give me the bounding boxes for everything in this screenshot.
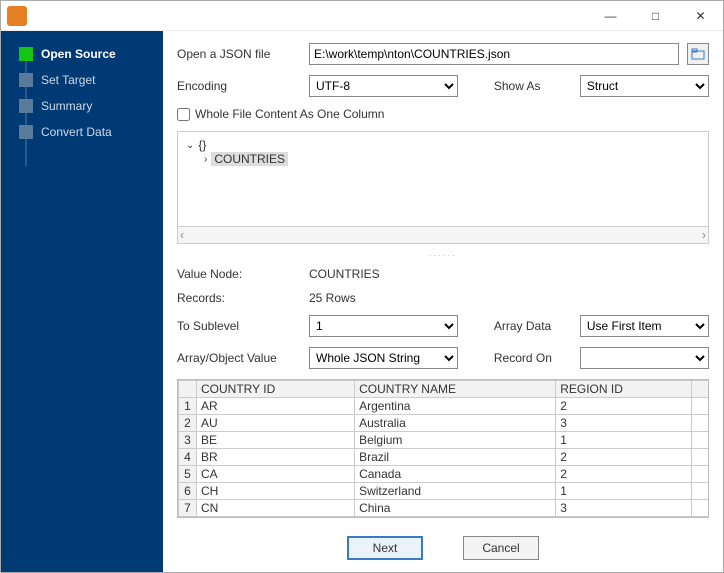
close-button[interactable]: ✕ [678,1,723,30]
whole-file-checkbox[interactable] [177,108,190,121]
cell[interactable]: Australia [355,415,556,432]
cell[interactable]: Canada [355,466,556,483]
table-row[interactable]: 3BEBelgium1 [179,432,709,449]
splitter[interactable]: ······ [177,251,709,260]
step-label: Summary [41,99,92,113]
cell[interactable]: BR [197,449,355,466]
cell[interactable]: Brazil [355,449,556,466]
encoding-select[interactable]: UTF-8 [309,75,458,97]
step-summary[interactable]: Summary [1,93,163,119]
step-icon [19,125,33,139]
cell[interactable]: Argentina [355,398,556,415]
collapse-icon[interactable]: ⌄ [186,140,194,151]
step-label: Convert Data [41,125,112,139]
open-file-label: Open a JSON file [177,47,301,61]
rownum-header [179,381,197,398]
value-node-value: COUNTRIES [309,267,380,281]
step-icon [19,99,33,113]
folder-icon [691,47,705,61]
app-icon [7,6,27,26]
cell[interactable]: CA [197,466,355,483]
table-row[interactable]: 6CHSwitzerland1 [179,483,709,500]
col-spacer [692,381,708,398]
array-obj-label: Array/Object Value [177,351,301,365]
step-icon [19,73,33,87]
cell[interactable]: China [355,500,556,517]
value-node-label: Value Node: [177,267,301,281]
tree-root: {} [198,138,206,152]
array-data-label: Array Data [494,319,572,333]
cancel-button[interactable]: Cancel [463,536,539,560]
browse-button[interactable] [687,43,709,65]
expand-icon[interactable]: › [204,154,207,165]
next-button[interactable]: Next [347,536,423,560]
cell[interactable]: 1 [556,483,692,500]
table-row[interactable]: 8DEGermany1 [179,517,709,519]
cell[interactable]: DE [197,517,355,519]
cell[interactable]: CH [197,483,355,500]
cell[interactable]: 2 [556,466,692,483]
cell[interactable]: 2 [556,398,692,415]
array-obj-select[interactable]: Whole JSON String [309,347,458,369]
cell[interactable]: 1 [556,517,692,519]
step-open-source[interactable]: Open Source [1,41,163,67]
minimize-button[interactable]: — [588,1,633,30]
cell[interactable]: 2 [556,449,692,466]
rownum-cell: 2 [179,415,197,432]
table-row[interactable]: 5CACanada2 [179,466,709,483]
record-on-select[interactable] [580,347,709,369]
cell[interactable]: BE [197,432,355,449]
cell[interactable]: CN [197,500,355,517]
file-path-input[interactable] [309,43,679,65]
cell[interactable]: 1 [556,432,692,449]
app-window: — □ ✕ Open Source Set Target Summary Con… [0,0,724,573]
showas-label: Show As [494,79,572,93]
step-active-icon [19,47,33,61]
records-value: 25 Rows [309,291,356,305]
rownum-cell: 6 [179,483,197,500]
rownum-cell: 5 [179,466,197,483]
records-label: Records: [177,291,301,305]
json-tree[interactable]: ⌄ {} › COUNTRIES [177,131,709,227]
table-row[interactable]: 1ARArgentina2 [179,398,709,415]
encoding-label: Encoding [177,79,301,93]
col-header[interactable]: COUNTRY ID [197,381,355,398]
step-set-target[interactable]: Set Target [1,67,163,93]
to-sublevel-select[interactable]: 1 [309,315,458,337]
titlebar: — □ ✕ [1,1,723,31]
cell[interactable]: AR [197,398,355,415]
cell[interactable]: AU [197,415,355,432]
step-label: Set Target [41,73,95,87]
cell[interactable]: Switzerland [355,483,556,500]
step-convert-data[interactable]: Convert Data [1,119,163,145]
cell[interactable]: 3 [556,500,692,517]
cell[interactable]: Germany [355,517,556,519]
wizard-sidebar: Open Source Set Target Summary Convert D… [1,31,163,572]
main-panel: Open a JSON file Encoding UTF-8 Show As … [163,31,723,572]
table-row[interactable]: 2AUAustralia3 [179,415,709,432]
cell[interactable]: Belgium [355,432,556,449]
rownum-cell: 3 [179,432,197,449]
record-on-label: Record On [494,351,572,365]
rownum-cell: 4 [179,449,197,466]
maximize-button[interactable]: □ [633,1,678,30]
tree-node-countries[interactable]: COUNTRIES [211,152,288,166]
col-header[interactable]: COUNTRY NAME [355,381,556,398]
preview-grid[interactable]: COUNTRY ID COUNTRY NAME REGION ID 1ARArg… [177,379,709,518]
rownum-cell: 1 [179,398,197,415]
step-label: Open Source [41,47,116,61]
to-sublevel-label: To Sublevel [177,319,301,333]
tree-scrollbar[interactable]: ‹› [177,227,709,244]
showas-select[interactable]: Struct [580,75,709,97]
rownum-cell: 8 [179,517,197,519]
col-header[interactable]: REGION ID [556,381,692,398]
table-row[interactable]: 7CNChina3 [179,500,709,517]
rownum-cell: 7 [179,500,197,517]
array-data-select[interactable]: Use First Item [580,315,709,337]
table-row[interactable]: 4BRBrazil2 [179,449,709,466]
cell[interactable]: 3 [556,415,692,432]
whole-file-label: Whole File Content As One Column [195,107,384,121]
